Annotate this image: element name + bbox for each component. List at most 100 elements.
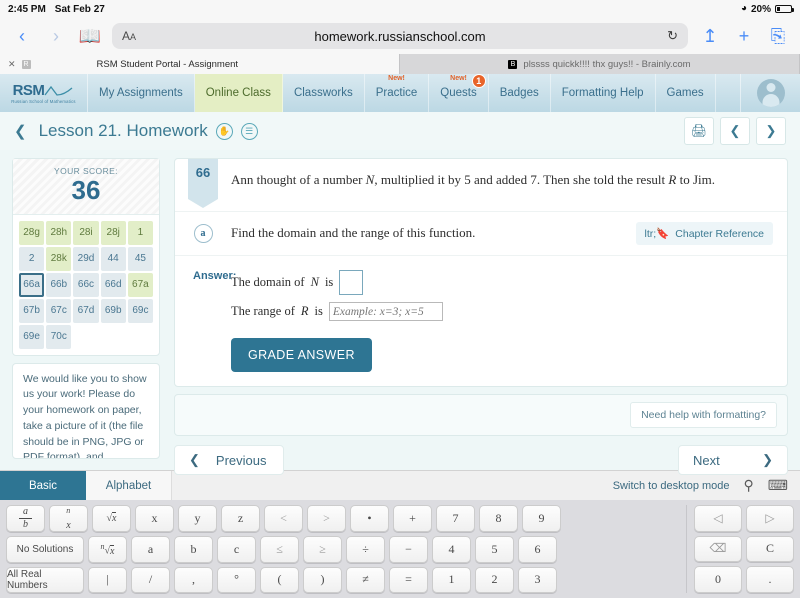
grid-cell[interactable]: 66d	[100, 272, 126, 297]
browser-tab-inactive[interactable]: B plssss quickk!!!! thx guys!! - Brainly…	[400, 54, 800, 74]
grid-cell[interactable]: 66b	[46, 272, 72, 297]
book-stack-icon[interactable]: ☰	[240, 122, 258, 140]
hand-icon[interactable]: ✋	[215, 122, 233, 140]
grid-cell[interactable]: 69c	[127, 298, 153, 323]
fraction-key[interactable]: ab	[6, 505, 45, 533]
nav-my-assignments[interactable]: My Assignments	[88, 74, 195, 112]
grid-cell[interactable]: 67a	[127, 272, 153, 297]
rsm-logo[interactable]: RSM Russian School of Mathematics	[0, 74, 88, 112]
grid-cell[interactable]: 44	[100, 246, 126, 271]
b-key[interactable]: b	[174, 536, 213, 563]
bookmarks-icon[interactable]: 📖	[78, 27, 102, 45]
greater-than-key[interactable]: >	[307, 505, 346, 533]
grid-cell[interactable]: 67c	[46, 298, 72, 323]
degree-key[interactable]: °	[217, 566, 256, 593]
clear-key[interactable]: C	[746, 535, 794, 563]
nav-practice[interactable]: New! Practice	[365, 74, 430, 112]
nth-root-key[interactable]: n√x	[88, 536, 127, 563]
z-key[interactable]: z	[221, 505, 260, 533]
all-real-numbers-key[interactable]: All Real Numbers	[6, 566, 84, 593]
previous-button[interactable]: ❮ Previous	[174, 445, 284, 475]
cursor-right-key[interactable]: ▷	[746, 505, 794, 532]
nav-badges[interactable]: Badges	[489, 74, 551, 112]
grid-cell[interactable]: 28k	[46, 246, 72, 271]
x-key[interactable]: x	[135, 505, 174, 533]
browser-forward-button[interactable]: ›	[44, 27, 68, 45]
backspace-key[interactable]: ⌫	[694, 535, 742, 563]
c-key[interactable]: c	[217, 536, 256, 563]
power-key[interactable]: nx	[49, 505, 88, 533]
need-help-formatting-button[interactable]: Need help with formatting?	[630, 402, 777, 428]
keyboard-tab-basic[interactable]: Basic	[0, 471, 86, 500]
chapter-reference-button[interactable]: ltr;🔖 Chapter Reference	[635, 222, 773, 245]
nav-formatting-help[interactable]: Formatting Help	[551, 74, 656, 112]
next-problem-button[interactable]: ❯	[756, 117, 786, 145]
digit-9-key[interactable]: 9	[522, 505, 561, 533]
grid-cell[interactable]: 67d	[73, 298, 99, 323]
grid-cell[interactable]: 2	[19, 246, 45, 271]
y-key[interactable]: y	[178, 505, 217, 533]
switch-desktop-mode-link[interactable]: Switch to desktop mode	[613, 480, 730, 492]
no-solutions-key[interactable]: No Solutions	[6, 536, 84, 563]
address-bar[interactable]: AA homework.russianschool.com ↻	[112, 23, 688, 49]
grid-cell[interactable]: 28h	[46, 220, 72, 245]
nav-online-class[interactable]: Online Class	[194, 74, 283, 112]
range-input[interactable]	[328, 302, 443, 321]
grid-cell[interactable]: 66a	[19, 272, 45, 297]
less-equal-key[interactable]: ≤	[260, 536, 299, 563]
nav-classworks[interactable]: Classworks	[283, 74, 365, 112]
digit-5-key[interactable]: 5	[475, 536, 514, 563]
grid-cell[interactable]: 29d	[73, 246, 99, 271]
digit-7-key[interactable]: 7	[436, 505, 475, 533]
grid-cell[interactable]: 1	[127, 220, 153, 245]
close-icon[interactable]: ✕	[8, 59, 16, 70]
comma-key[interactable]: ,	[174, 566, 213, 593]
digit-4-key[interactable]: 4	[432, 536, 471, 563]
slash-key[interactable]: /	[131, 566, 170, 593]
grid-cell[interactable]: 66c	[73, 272, 99, 297]
cursor-left-key[interactable]: ◁	[694, 505, 742, 532]
domain-input[interactable]	[339, 270, 364, 295]
avatar-container[interactable]	[740, 74, 800, 112]
grid-cell[interactable]: 69e	[19, 324, 45, 349]
minus-key[interactable]: −	[389, 536, 428, 563]
lesson-back-icon[interactable]: ❮	[14, 122, 27, 140]
equals-key[interactable]: =	[389, 566, 428, 593]
digit-6-key[interactable]: 6	[518, 536, 557, 563]
nav-games[interactable]: Games	[656, 74, 716, 112]
digit-8-key[interactable]: 8	[479, 505, 518, 533]
print-button[interactable]: 🖨	[684, 117, 714, 145]
divide-key[interactable]: ÷	[346, 536, 385, 563]
prev-problem-button[interactable]: ❮	[720, 117, 750, 145]
plus-key[interactable]: +	[393, 505, 432, 533]
grid-cell[interactable]: 28i	[73, 220, 99, 245]
sqrt-key[interactable]: √x	[92, 505, 131, 533]
grid-cell[interactable]: 28g	[19, 220, 45, 245]
share-icon[interactable]: ↥	[698, 27, 722, 45]
multiply-dot-key[interactable]: •	[350, 505, 389, 533]
digit-2-key[interactable]: 2	[475, 566, 514, 593]
keyboard-down-icon[interactable]: ⌨	[768, 477, 788, 494]
reload-icon[interactable]: ↻	[667, 28, 678, 44]
decimal-point-key[interactable]: .	[746, 566, 794, 593]
left-paren-key[interactable]: (	[260, 566, 299, 593]
digit-3-key[interactable]: 3	[518, 566, 557, 593]
grid-cell[interactable]: 28j	[100, 220, 126, 245]
grade-answer-button[interactable]: GRADE ANSWER	[231, 338, 372, 372]
browser-back-button[interactable]: ‹	[10, 27, 34, 45]
keyboard-tab-alphabet[interactable]: Alphabet	[86, 471, 172, 500]
magnifier-icon[interactable]: ⚲	[744, 477, 754, 494]
a-key[interactable]: a	[131, 536, 170, 563]
grid-cell[interactable]: 70c	[46, 324, 72, 349]
grid-cell[interactable]: 69b	[100, 298, 126, 323]
browser-tab-active[interactable]: ✕ R RSM Student Portal - Assignment	[0, 54, 400, 74]
pipe-key[interactable]: |	[88, 566, 127, 593]
digit-0-key[interactable]: 0	[694, 566, 742, 593]
nav-quests[interactable]: New! Quests 1	[429, 74, 489, 112]
digit-1-key[interactable]: 1	[432, 566, 471, 593]
tabs-overview-icon[interactable]: ⎘	[766, 27, 790, 45]
grid-cell[interactable]: 67b	[19, 298, 45, 323]
new-tab-icon[interactable]: +	[732, 27, 756, 45]
not-equal-key[interactable]: ≠	[346, 566, 385, 593]
avatar[interactable]	[756, 79, 785, 107]
